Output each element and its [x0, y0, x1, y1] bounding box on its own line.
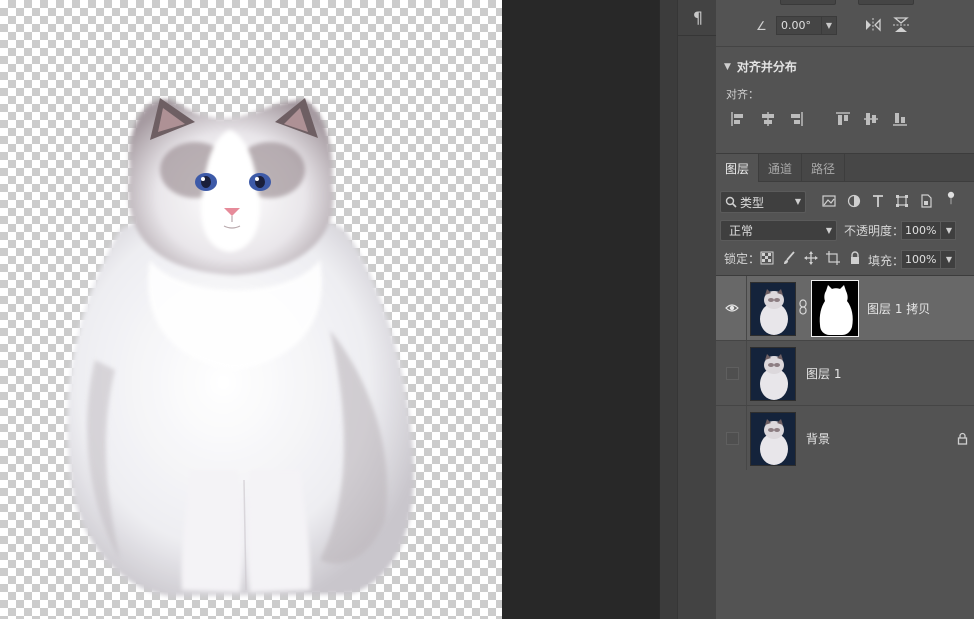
lock-all-icon[interactable] [848, 251, 862, 265]
eye-icon [725, 304, 739, 312]
fill-input[interactable]: 100% [901, 250, 941, 269]
layer-row[interactable]: 背景 [716, 406, 974, 471]
chevron-down-icon: ▼ [724, 61, 731, 72]
flip-vertical-icon[interactable] [892, 16, 910, 34]
blend-mode-value: 正常 [729, 224, 754, 238]
cat-image [67, 98, 414, 596]
mask-link-icon[interactable] [798, 299, 808, 315]
visibility-column-divider [746, 406, 747, 470]
chevron-down-icon: ▼ [794, 197, 801, 206]
visibility-off-box [725, 366, 739, 380]
search-icon [725, 196, 737, 208]
filter-type-label: 类型 [740, 195, 765, 210]
layers-panel-tabs: 图层 通道 路径 [716, 153, 974, 182]
visibility-toggle[interactable] [724, 300, 740, 316]
layer-name[interactable]: 图层 1 拷贝 [867, 300, 930, 317]
text-filter-icon[interactable] [871, 194, 885, 208]
chevron-down-icon: ▼ [945, 226, 952, 235]
angle-input[interactable]: 0.00° [776, 16, 821, 35]
tab-paths[interactable]: 路径 [802, 154, 846, 182]
visibility-column-divider [746, 276, 747, 340]
angle-icon: ∠ [756, 18, 767, 33]
width-field-partial[interactable] [780, 0, 836, 5]
flip-horizontal-icon[interactable] [864, 17, 882, 33]
pasteboard [502, 0, 659, 619]
opacity-input[interactable]: 100% [901, 221, 941, 240]
layer-thumbnail[interactable] [750, 347, 796, 401]
opacity-label: 不透明度： [844, 224, 905, 238]
lock-position-icon[interactable] [804, 251, 818, 265]
height-field-partial[interactable] [858, 0, 914, 5]
tab-channels[interactable]: 通道 [759, 154, 803, 182]
layer-mask-thumbnail[interactable] [811, 280, 859, 337]
layer-filter-select[interactable]: 类型 ▼ [720, 191, 806, 213]
align-vertical-center-icon[interactable] [863, 111, 879, 127]
opacity-dropdown[interactable]: ▼ [940, 221, 956, 240]
align-top-icon[interactable] [835, 111, 851, 127]
layer-row[interactable]: 图层 1 [716, 341, 974, 406]
paragraph-icon[interactable]: ¶ [678, 0, 718, 36]
layer-name[interactable]: 图层 1 [806, 365, 841, 382]
cat-thumbnail-image [751, 283, 795, 335]
cat-thumbnail-image [751, 413, 795, 465]
fill-dropdown[interactable]: ▼ [940, 250, 956, 269]
lock-transparent-pixels-icon[interactable] [760, 251, 774, 265]
visibility-toggle[interactable] [724, 430, 740, 446]
document-canvas[interactable] [0, 0, 502, 619]
section-divider [716, 46, 974, 47]
layers-empty-area [716, 470, 974, 619]
filter-toggle-icon[interactable] [944, 191, 958, 205]
layer-name[interactable]: 背景 [806, 430, 830, 447]
image-filter-icon[interactable] [822, 194, 836, 208]
rotate-row: ∠ 0.00° ▼ [756, 16, 837, 35]
align-bottom-icon[interactable] [892, 111, 908, 127]
mask-silhouette-image [812, 281, 858, 336]
adjustment-filter-icon[interactable] [847, 194, 861, 208]
shape-filter-icon[interactable] [895, 194, 909, 208]
layer-thumbnail[interactable] [750, 282, 796, 336]
visibility-off-box [725, 431, 739, 445]
right-panels: ∠ 0.00° ▼ ▼ 对齐并分布 对齐： 图层 通道 路径 类型 ▼ 正常 ▼… [716, 0, 974, 619]
align-right-icon[interactable] [788, 111, 804, 127]
align-left-icon[interactable] [730, 111, 746, 127]
chevron-down-icon: ▼ [945, 255, 952, 264]
fill-label: 填充： [868, 254, 905, 268]
layer-row[interactable]: 图层 1 拷贝 [716, 276, 974, 341]
tab-layers[interactable]: 图层 [716, 154, 760, 182]
align-label: 对齐： [726, 88, 759, 101]
lock-image-pixels-icon[interactable] [782, 251, 796, 265]
cat-thumbnail-image [751, 348, 795, 400]
blend-row: 正常 ▼ [720, 220, 837, 241]
visibility-column-divider [746, 341, 747, 405]
lock-artboard-icon[interactable] [826, 251, 840, 265]
align-toolbar [730, 111, 960, 129]
panel-dock: ¶ [659, 0, 718, 619]
smart-object-filter-icon[interactable] [919, 194, 933, 208]
align-horizontal-center-icon[interactable] [760, 111, 776, 127]
lock-label: 锁定： [724, 252, 761, 266]
align-section-title: 对齐并分布 [736, 60, 797, 74]
chevron-down-icon[interactable]: ▼ [821, 16, 837, 35]
align-section-header[interactable]: ▼ 对齐并分布 [724, 58, 797, 75]
lock-icon [957, 432, 968, 445]
visibility-toggle[interactable] [724, 365, 740, 381]
layer-thumbnail[interactable] [750, 412, 796, 466]
blend-mode-select[interactable]: 正常 ▼ [720, 220, 837, 241]
chevron-down-icon: ▼ [825, 226, 832, 235]
